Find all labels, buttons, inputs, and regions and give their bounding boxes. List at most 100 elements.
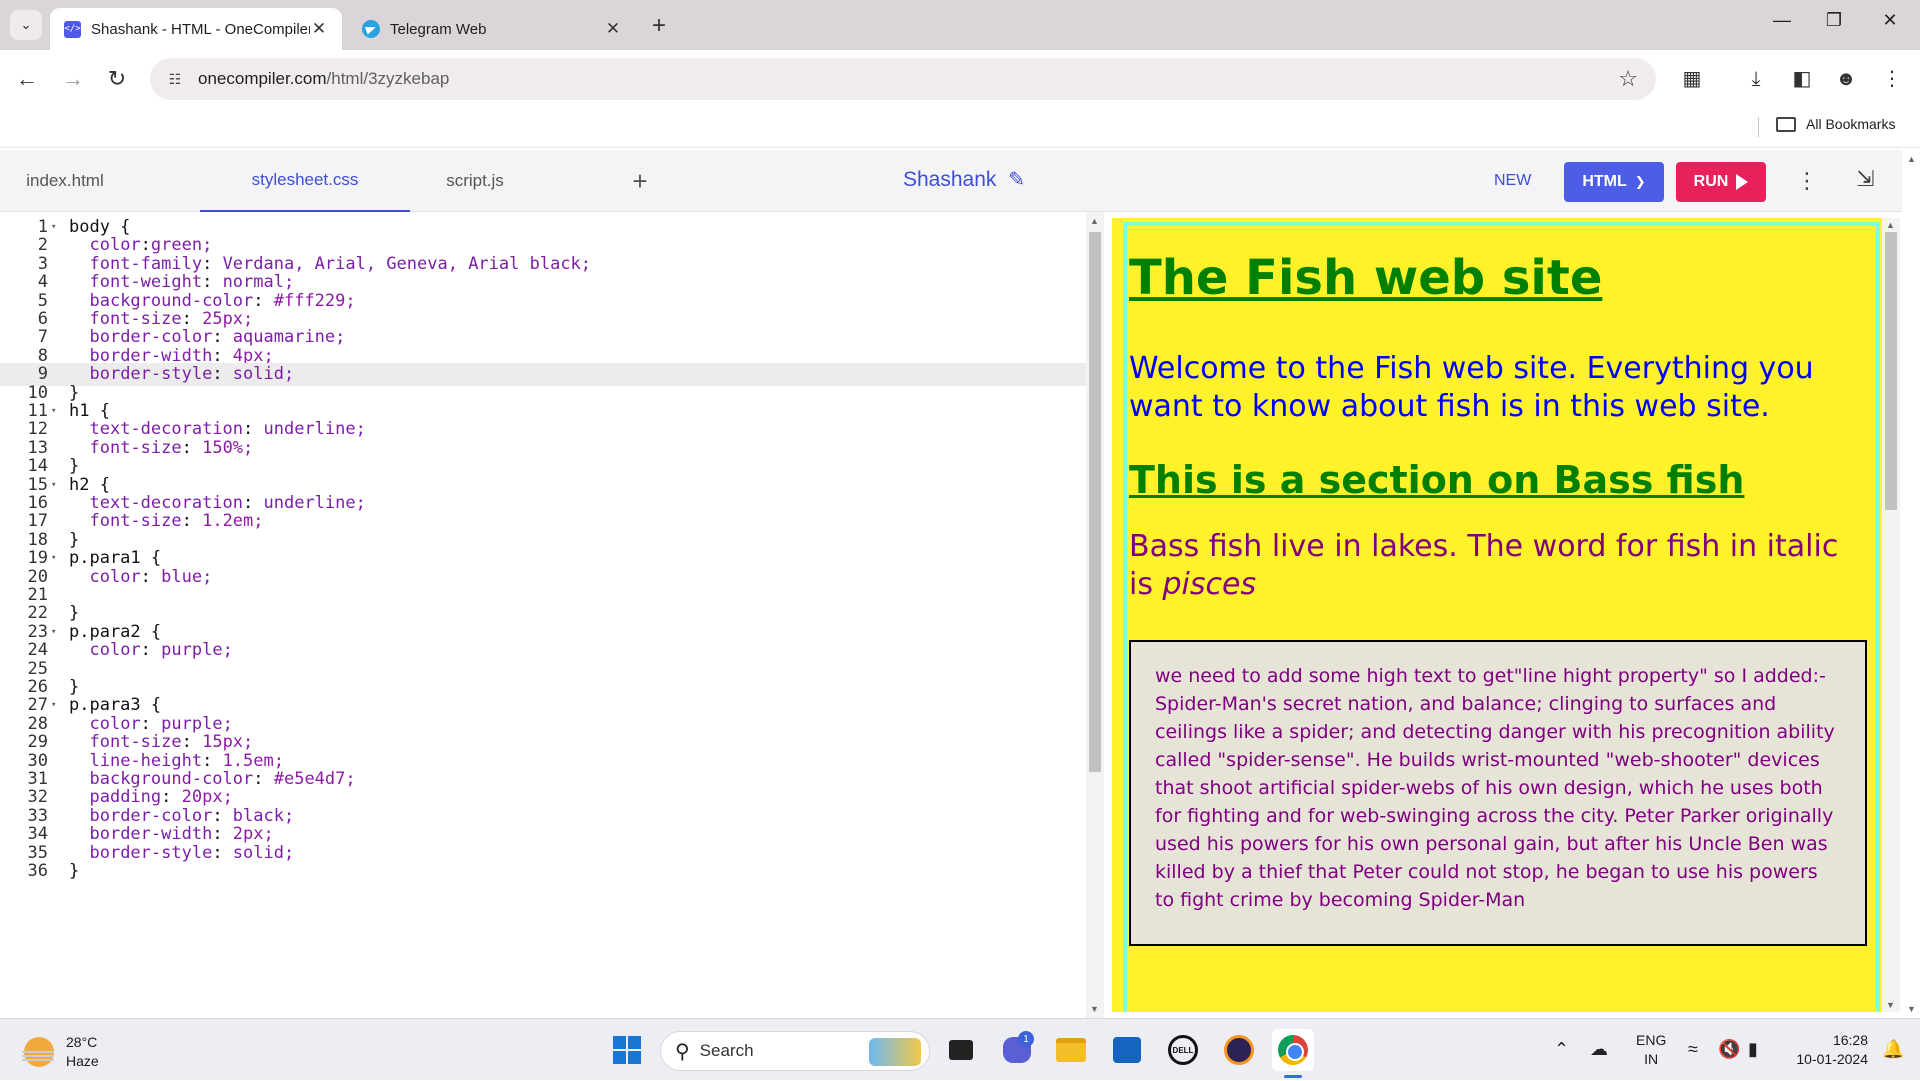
eclipse-icon <box>1224 1035 1254 1065</box>
folder-icon <box>1056 1038 1086 1062</box>
preview-scrollbar-thumb[interactable] <box>1885 232 1897 510</box>
browser-tab-telegram[interactable]: Telegram Web ✕ <box>348 8 636 50</box>
bookmarks-divider <box>1758 117 1759 137</box>
language-select-button[interactable]: HTML ❯ <box>1564 162 1664 202</box>
preview-paragraph-1: Welcome to the Fish web site. Everything… <box>1129 351 1814 424</box>
download-icon[interactable]: ⤓ <box>1740 63 1772 95</box>
region-code: IN <box>1644 1051 1659 1067</box>
scroll-down-arrow-icon[interactable]: ▼ <box>1907 1004 1916 1014</box>
notification-bell-icon[interactable]: 🔔 <box>1882 1039 1904 1060</box>
preview-heading-2: This is a section on Bass fish <box>1129 458 1745 502</box>
bookmark-star-icon[interactable]: ☆ <box>1618 66 1638 92</box>
haze-weather-icon <box>22 1037 54 1067</box>
preview-scrollbar[interactable]: ▲ ▼ <box>1882 218 1900 1012</box>
preview-italic-word: pisces <box>1162 567 1257 602</box>
file-explorer-button[interactable] <box>1050 1029 1092 1071</box>
windows-taskbar: 28°C Haze ⚲ Search 1 DELL ⌃ ☁ ENG IN ≈ 🔇… <box>0 1018 1920 1080</box>
task-view-button[interactable] <box>940 1029 982 1071</box>
search-icon: ⚲ <box>675 1040 690 1063</box>
input-language-indicator[interactable]: ENG IN <box>1636 1031 1666 1069</box>
editor-scrollbar-thumb[interactable] <box>1089 232 1101 772</box>
tab-index-html[interactable]: index.html <box>0 150 130 212</box>
preview-paragraph-2: Bass fish live in lakes. The word for fi… <box>1129 529 1839 602</box>
chrome-icon <box>1278 1035 1308 1065</box>
all-bookmarks-label: All Bookmarks <box>1806 116 1896 132</box>
code-editor[interactable]: 1 ▾ body {2 color:green; 3 font-family: Ver… <box>0 212 1086 1018</box>
new-button[interactable]: NEW <box>1494 172 1531 190</box>
browser-tab-onecompiler[interactable]: </> Shashank - HTML - OneCompiler ✕ <box>50 8 342 50</box>
edit-pencil-icon[interactable]: ✎ <box>1008 167 1025 192</box>
tab-title: Telegram Web <box>390 20 487 38</box>
speaker-muted-icon[interactable]: 🔇 <box>1718 1039 1740 1060</box>
new-tab-button[interactable]: + <box>652 12 666 40</box>
project-name: Shashank <box>903 167 997 191</box>
url-text: onecompiler.com/html/3zyzkebap <box>198 69 450 88</box>
wifi-icon[interactable]: ≈ <box>1688 1039 1698 1060</box>
chevron-down-icon: ❯ <box>1634 174 1646 189</box>
restore-icon[interactable]: ❐ <box>1814 10 1854 31</box>
search-highlight-icon <box>869 1038 921 1066</box>
all-bookmarks-button[interactable]: All Bookmarks <box>1776 116 1895 132</box>
tab-title: Shashank - HTML - OneCompiler <box>91 20 310 38</box>
address-bar[interactable]: ☷ onecompiler.com/html/3zyzkebap ☆ <box>150 58 1656 100</box>
preview-paragraph-3: we need to add some high text to get"lin… <box>1129 640 1867 946</box>
browser-toolbar: ← → ↻ ☷ onecompiler.com/html/3zyzkebap ☆… <box>0 50 1920 108</box>
chevron-up-icon[interactable]: ⌃ <box>1554 1039 1569 1060</box>
page-scrollbar[interactable]: ▲ ▼ <box>1902 150 1920 1018</box>
language-code: ENG <box>1636 1032 1667 1048</box>
preview-heading-1: The Fish web site <box>1129 250 1603 306</box>
dell-icon: DELL <box>1168 1035 1198 1065</box>
weather-description: Haze <box>66 1053 99 1069</box>
run-button[interactable]: RUN <box>1676 162 1766 202</box>
profile-avatar-icon[interactable]: ☻ <box>1830 63 1862 95</box>
extensions-icon[interactable]: ▦ <box>1676 63 1708 95</box>
teams-chat-button[interactable]: 1 <box>996 1029 1038 1071</box>
clock-date: 10-01-2024 <box>1796 1051 1868 1067</box>
weather-widget[interactable]: 28°C Haze <box>22 1033 99 1071</box>
scroll-down-arrow-icon[interactable]: ▼ <box>1090 1004 1099 1014</box>
tab-script-js[interactable]: script.js <box>410 150 540 212</box>
side-panel-icon[interactable]: ◧ <box>1786 63 1818 95</box>
tab-stylesheet-css[interactable]: stylesheet.css <box>200 150 410 212</box>
preview-body-frame: The Fish web site Welcome to the Fish we… <box>1123 222 1880 1012</box>
battery-icon[interactable]: ▮ <box>1748 1039 1758 1060</box>
minimize-icon[interactable]: — <box>1762 10 1802 31</box>
dell-app-button[interactable]: DELL <box>1162 1029 1204 1071</box>
close-window-icon[interactable]: ✕ <box>1870 10 1910 31</box>
project-title[interactable]: Shashank ✎ <box>903 167 1025 192</box>
close-tab-icon[interactable]: ✕ <box>310 19 328 39</box>
add-file-icon[interactable]: + <box>620 150 660 212</box>
taskbar-search-box[interactable]: ⚲ Search <box>660 1031 930 1071</box>
scroll-up-arrow-icon[interactable]: ▲ <box>1886 220 1895 230</box>
scroll-up-arrow-icon[interactable]: ▲ <box>1090 216 1099 226</box>
back-icon[interactable]: ← <box>12 64 42 94</box>
bookmarks-bar: All Bookmarks <box>0 108 1920 148</box>
start-button[interactable] <box>606 1029 648 1071</box>
editor-scrollbar[interactable]: ▲ ▼ <box>1086 212 1104 1018</box>
code-icon: </> <box>64 20 81 38</box>
collapse-icon[interactable]: ⇲ <box>1856 166 1874 192</box>
search-label: Search <box>699 1041 754 1060</box>
scroll-down-arrow-icon[interactable]: ▼ <box>1886 1000 1895 1010</box>
eclipse-button[interactable] <box>1218 1029 1260 1071</box>
scroll-up-arrow-icon[interactable]: ▲ <box>1907 154 1916 164</box>
telegram-icon <box>362 20 380 38</box>
browser-menu-icon[interactable]: ⋮ <box>1876 63 1908 95</box>
cloud-icon[interactable]: ☁ <box>1590 1039 1608 1060</box>
reload-icon[interactable]: ↻ <box>102 64 132 94</box>
close-tab-icon[interactable]: ✕ <box>604 19 622 39</box>
forward-icon[interactable]: → <box>58 64 88 94</box>
active-app-indicator <box>1284 1075 1302 1078</box>
browser-tab-strip: ⌄ </> Shashank - HTML - OneCompiler ✕ Te… <box>0 0 1920 50</box>
site-info-icon[interactable]: ☷ <box>164 71 186 88</box>
chevron-down-icon: ⌄ <box>20 17 32 32</box>
clock[interactable]: 16:28 10-01-2024 <box>1788 1031 1868 1069</box>
weather-temperature: 28°C <box>66 1034 98 1050</box>
onecompiler-app: index.html stylesheet.css script.js + Sh… <box>0 150 1920 1018</box>
chrome-button[interactable] <box>1272 1029 1314 1071</box>
folder-icon <box>1776 116 1796 132</box>
code-line[interactable]: 36} <box>0 860 1086 883</box>
tab-search-button[interactable]: ⌄ <box>10 10 42 40</box>
microsoft-store-button[interactable] <box>1106 1029 1148 1071</box>
more-options-icon[interactable]: ⋮ <box>1796 168 1818 194</box>
